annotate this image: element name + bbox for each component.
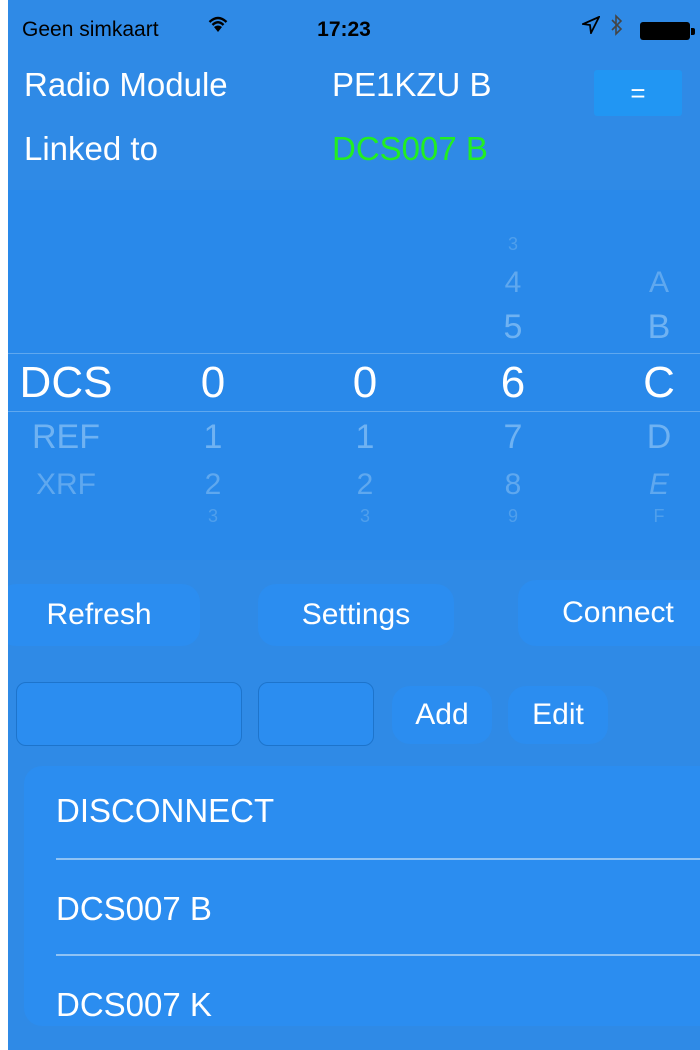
- picker-item: 8: [504, 468, 522, 501]
- picker-column-protocol[interactable]: DCS REF XRF: [8, 190, 124, 560]
- status-bar: Geen simkaart 17:23: [8, 0, 700, 52]
- reflector-picker[interactable]: DCS REF XRF 0 1 2 3 0 1 2 3 3 4 5 6 7 8 …: [8, 190, 700, 560]
- picker-item: A: [648, 266, 669, 299]
- picker-selected-digit-2: 0: [352, 358, 378, 407]
- picker-item: REF: [32, 418, 100, 456]
- picker-item: 4: [504, 266, 522, 299]
- refresh-button[interactable]: Refresh: [8, 584, 200, 646]
- reflector-list[interactable]: DISCONNECT DCS007 B DCS007 K: [24, 766, 700, 1026]
- picker-selected-digit-3: 6: [500, 358, 526, 407]
- settings-button[interactable]: Settings: [258, 584, 454, 646]
- menu-button[interactable]: =: [594, 70, 682, 116]
- picker-item: 5: [503, 308, 523, 346]
- edit-button[interactable]: Edit: [508, 686, 608, 744]
- list-divider: [56, 858, 700, 860]
- radio-module-value: PE1KZU B: [332, 66, 492, 103]
- picker-selected-digit-1: 0: [200, 358, 226, 407]
- list-divider: [56, 954, 700, 956]
- picker-item: E: [648, 468, 669, 501]
- picker-item: 1: [203, 418, 223, 456]
- battery-icon: [640, 22, 695, 40]
- radio-module-label: Radio Module: [24, 66, 228, 103]
- list-item[interactable]: DCS007 B: [56, 890, 212, 928]
- app-screen: Geen simkaart 17:23 Radio Module PE1KZU …: [8, 0, 700, 1050]
- picker-column-digit-3[interactable]: 3 4 5 6 7 8 9: [478, 190, 548, 560]
- picker-item: 9: [507, 506, 518, 526]
- bluetooth-icon: [610, 14, 624, 42]
- picker-item: B: [647, 308, 671, 346]
- linked-to-label: Linked to: [24, 130, 158, 167]
- picker-column-digit-2[interactable]: 0 1 2 3: [330, 190, 400, 560]
- picker-item: 2: [356, 468, 374, 501]
- picker-item: 3: [507, 234, 518, 254]
- picker-item: 7: [503, 418, 523, 456]
- picker-item: 3: [359, 506, 370, 526]
- picker-selected-protocol: DCS: [19, 358, 113, 407]
- picker-column-digit-1[interactable]: 0 1 2 3: [178, 190, 248, 560]
- list-item-disconnect[interactable]: DISCONNECT: [56, 792, 274, 830]
- linked-to-value: DCS007 B: [332, 130, 488, 167]
- reflector-name-input[interactable]: [16, 682, 242, 746]
- picker-item: 2: [204, 468, 222, 501]
- picker-item: 1: [355, 418, 375, 456]
- add-button[interactable]: Add: [392, 686, 492, 744]
- location-arrow-icon: [579, 15, 601, 40]
- picker-item: 3: [207, 506, 218, 526]
- picker-item: F: [653, 506, 665, 526]
- picker-column-module[interactable]: A B C D E F: [626, 190, 692, 560]
- list-item[interactable]: DCS007 K: [56, 986, 212, 1024]
- picker-selected-module: C: [643, 358, 675, 407]
- picker-item: XRF: [36, 468, 96, 501]
- connect-button[interactable]: Connect: [518, 580, 700, 646]
- module-input[interactable]: [258, 682, 374, 746]
- picker-item: D: [646, 418, 672, 456]
